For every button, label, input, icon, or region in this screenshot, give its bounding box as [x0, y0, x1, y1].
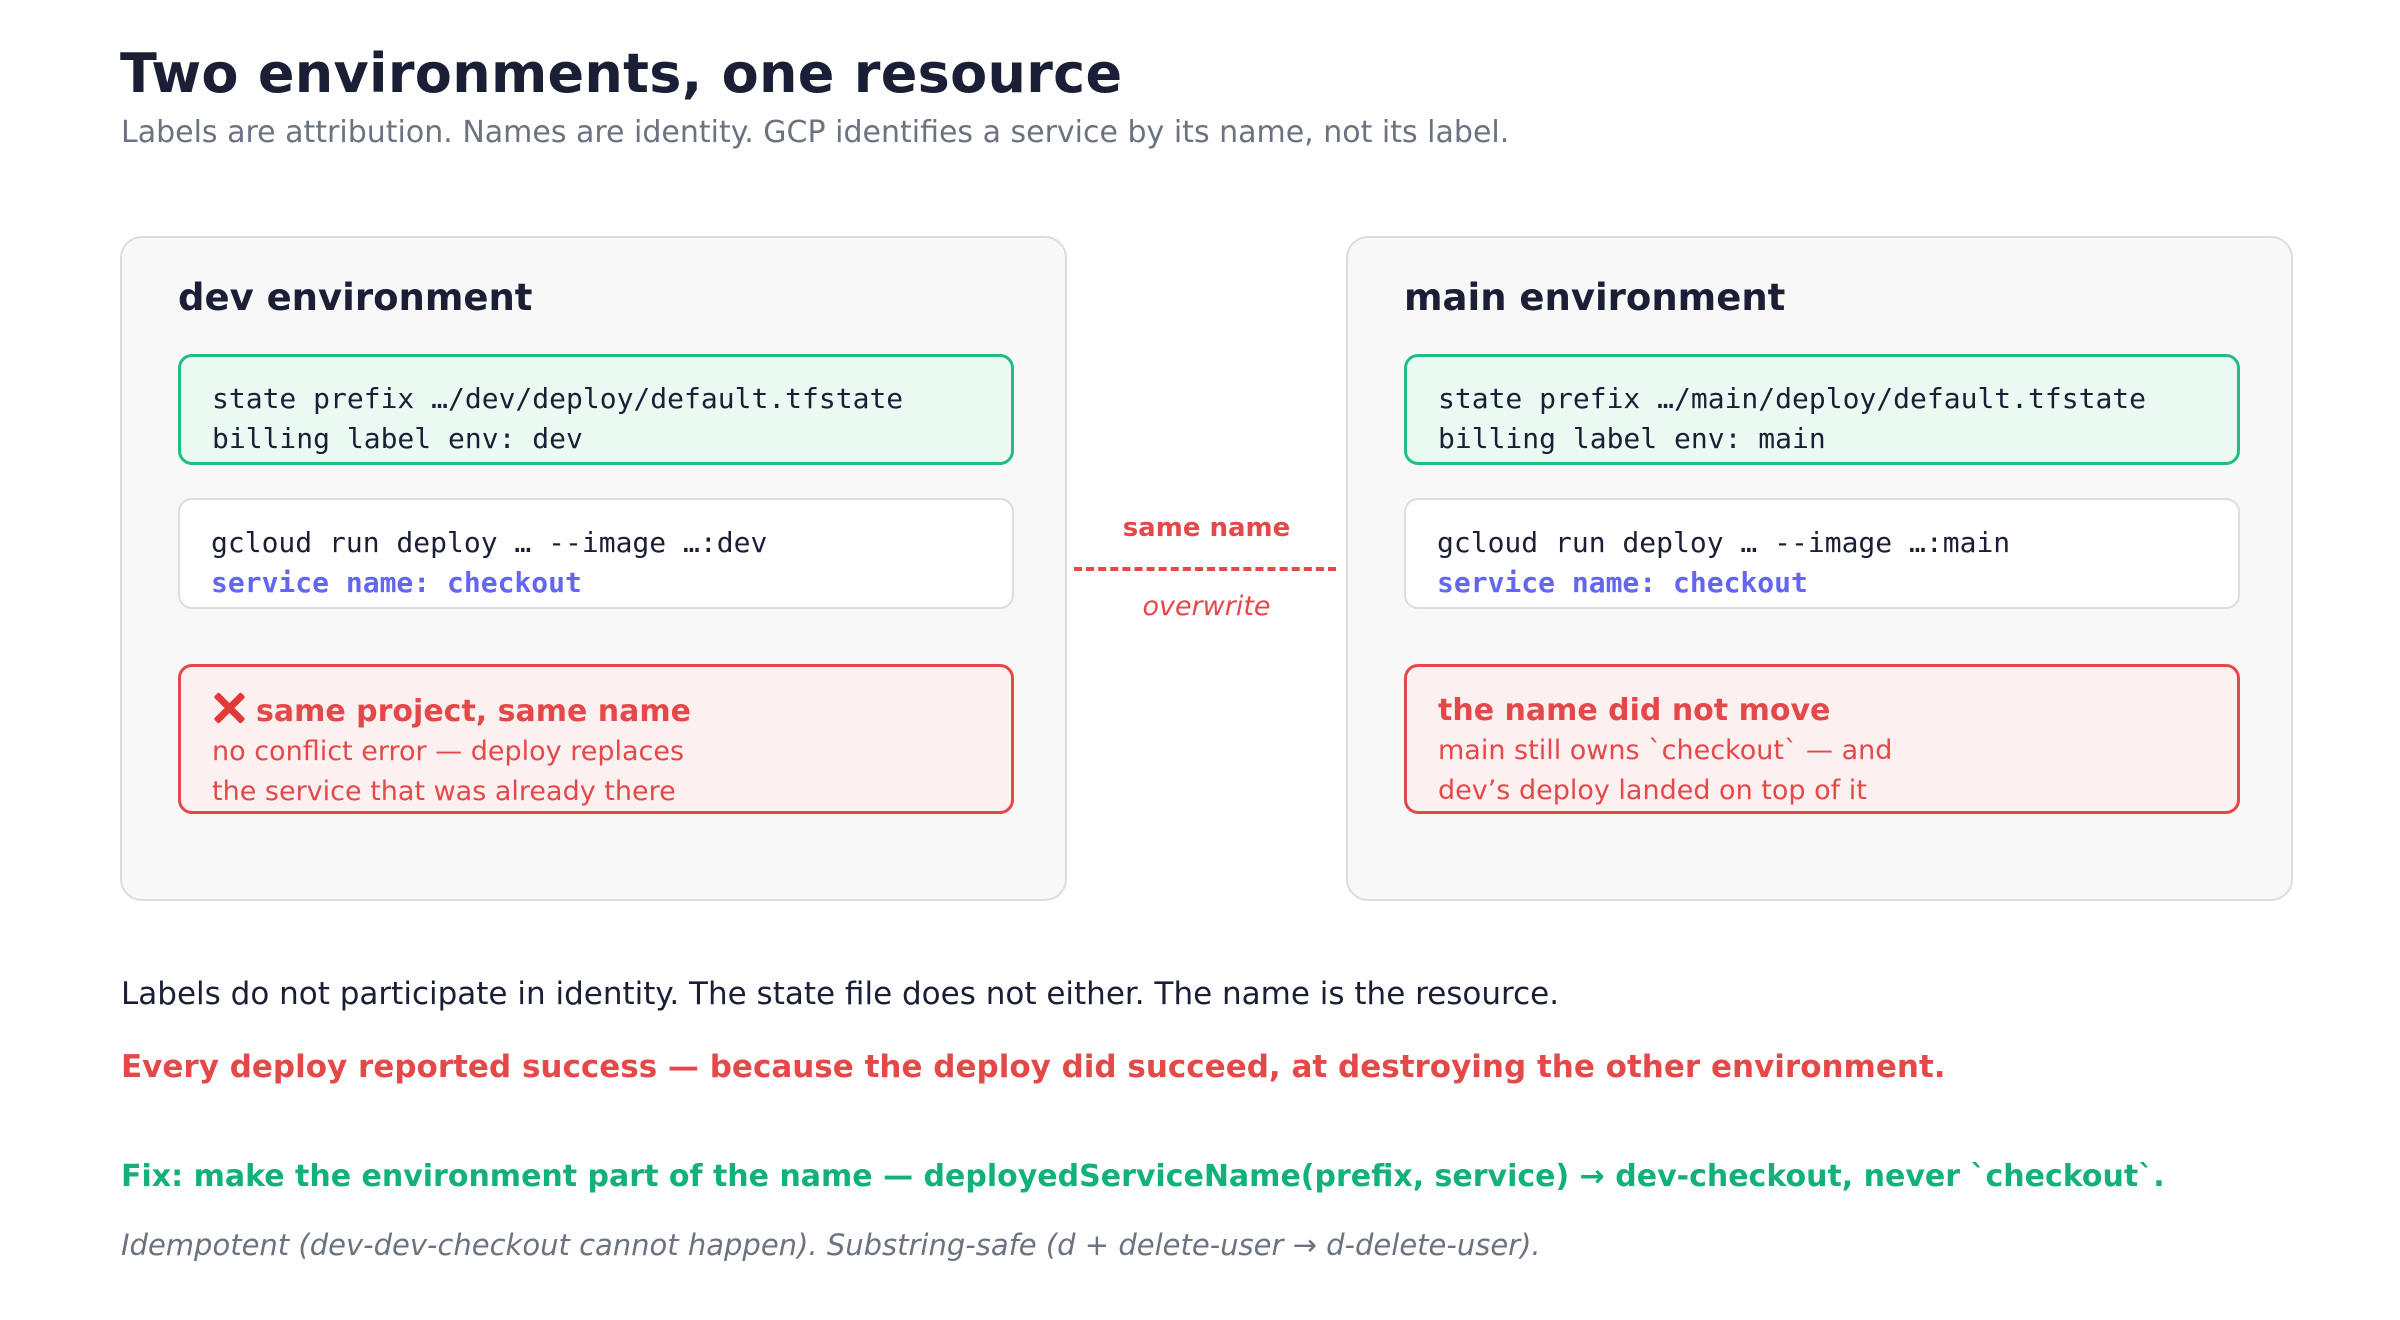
main-environment-title: main environment — [1404, 276, 1786, 319]
fix-statement: Fix: make the environment part of the na… — [121, 1159, 2165, 1194]
dev-state-prefix: state prefix …/dev/deploy/default.tfstat… — [212, 382, 904, 415]
main-deploy-command: gcloud run deploy … --image …:main — [1437, 526, 2011, 559]
main-service-name: service name: checkout — [1437, 566, 1808, 599]
connector-label: same name — [1122, 513, 1291, 543]
identity-note: Labels do not participate in identity. T… — [121, 976, 1560, 1012]
dev-deploy-command: gcloud run deploy … --image …:dev — [211, 526, 768, 559]
dev-warning-heading: same project, same name — [212, 691, 1011, 732]
dev-environment-panel: dev environment state prefix …/dev/deplo… — [120, 236, 1067, 901]
main-state-prefix: state prefix …/main/deploy/default.tfsta… — [1438, 382, 2147, 415]
page-subtitle: Labels are attribution. Names are identi… — [121, 115, 1510, 150]
main-warning-card: the name did not move main still owns `c… — [1404, 664, 2240, 814]
dev-warning-line-1: no conflict error — deploy replaces — [212, 736, 685, 767]
main-state-card: state prefix …/main/deploy/default.tfsta… — [1404, 354, 2240, 465]
page: Two environments, one resource Labels ar… — [0, 0, 2400, 1320]
dev-service-name: service name: checkout — [211, 566, 582, 599]
dev-warning-card: same project, same name no conflict erro… — [178, 664, 1014, 814]
page-title: Two environments, one resource — [120, 42, 1123, 105]
dev-state-card: state prefix …/dev/deploy/default.tfstat… — [178, 354, 1014, 465]
main-warning-line-1: main still owns `checkout` — and — [1438, 735, 1893, 766]
success-alert: Every deploy reported success — because … — [121, 1049, 1946, 1085]
cross-mark-icon — [212, 691, 246, 725]
dev-billing-label: billing label env: dev — [212, 422, 583, 455]
main-warning-title: the name did not move — [1438, 693, 1831, 728]
dev-deploy-command-card: gcloud run deploy … --image …:dev servic… — [178, 498, 1014, 609]
dev-environment-title: dev environment — [178, 276, 533, 319]
main-deploy-command-card: gcloud run deploy … --image …:main servi… — [1404, 498, 2240, 609]
main-warning-line-2: dev’s deploy landed on top of it — [1438, 775, 1867, 806]
connector-dashed-line — [1074, 567, 1336, 571]
main-environment-panel: main environment state prefix …/main/dep… — [1346, 236, 2293, 901]
dev-warning-line-2: the service that was already there — [212, 776, 676, 807]
connector-sublabel: overwrite — [1142, 591, 1271, 622]
main-billing-label: billing label env: main — [1438, 422, 1826, 455]
fix-footnote: Idempotent (dev-dev-checkout cannot happ… — [121, 1228, 1541, 1262]
dev-warning-title: same project, same name — [256, 694, 691, 729]
